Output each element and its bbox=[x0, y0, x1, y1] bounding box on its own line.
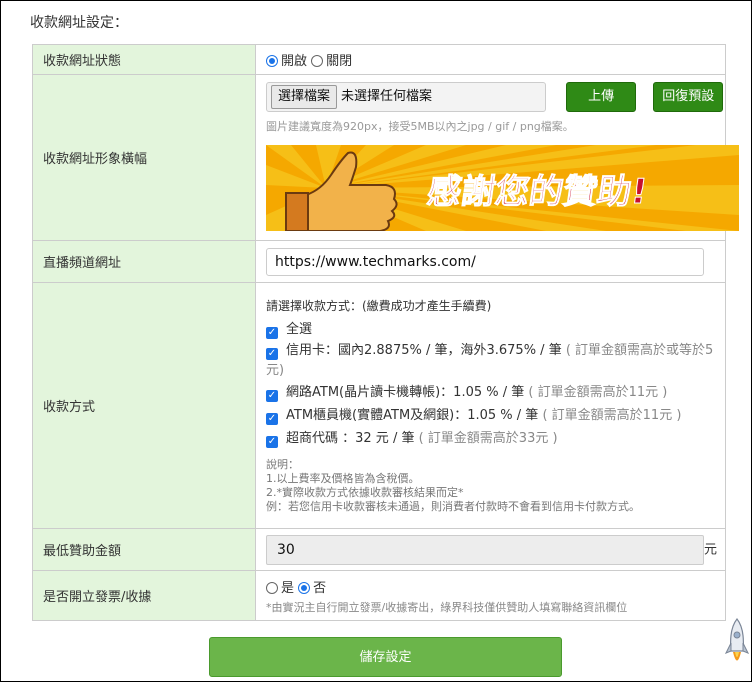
payment-notes: 說明： 1.以上費率及價格皆為含稅價。 2.*實際收款方式依據收款審核結果而定*… bbox=[266, 458, 640, 513]
channel-url-input[interactable]: https://www.techmarks.com/ bbox=[266, 247, 704, 276]
row-status: 收款網址狀態 開啟 關閉 bbox=[32, 44, 726, 75]
row-channel-url: 直播頻道網址 https://www.techmarks.com/ bbox=[32, 240, 726, 283]
row-label: 收款方式 bbox=[32, 282, 256, 529]
payment-method-credit-card[interactable]: ✓ 信用卡：國內2.8875% / 筆，海外3.675% / 筆 ( 訂單金額需高… bbox=[266, 341, 725, 381]
radio-unchecked-icon[interactable] bbox=[311, 55, 324, 67]
min-amount-input[interactable]: 30 bbox=[266, 534, 704, 565]
invoice-cell: 是 否 *由實況主自行開立發票/收據寄出，綠界科技僅供贊助人填寫聯絡資訊欄位 bbox=[255, 570, 726, 621]
banner-art: 感謝您的贊助! bbox=[266, 145, 739, 231]
checkbox-icon[interactable]: ✓ bbox=[266, 436, 278, 448]
rocket-icon[interactable] bbox=[725, 617, 749, 669]
checkbox-icon[interactable]: ✓ bbox=[266, 327, 278, 339]
radio-unchecked-icon[interactable] bbox=[266, 581, 278, 594]
row-label: 收款網址狀態 bbox=[32, 44, 256, 75]
payment-prompt: 請選擇收款方式：(繳費成功才產生手續費) bbox=[266, 299, 492, 313]
reset-default-button[interactable]: 回復預設 bbox=[653, 82, 724, 112]
row-label: 是否開立發票/收據 bbox=[32, 570, 256, 621]
row-payment: 收款方式 請選擇收款方式：(繳費成功才產生手續費) ✓ 全選 ✓ 信用卡：國內2.8… bbox=[32, 282, 726, 529]
amount-unit: 元 bbox=[704, 542, 718, 557]
choose-file-button[interactable]: 選擇檔案 bbox=[271, 85, 338, 109]
banner-controls: 選擇檔案 未選擇任何檔案 上傳 回復預設 圖片建議寬度為920px，接受5MB以內… bbox=[255, 74, 739, 241]
banner-text: 感謝您的贊助! bbox=[425, 172, 650, 212]
row-label: 收款網址形象橫幅 bbox=[32, 74, 256, 241]
invoice-option-no[interactable]: 否 bbox=[298, 581, 326, 596]
status-option-off[interactable]: 關閉 bbox=[311, 54, 352, 69]
upload-button[interactable]: 上傳 bbox=[566, 82, 637, 112]
banner-hint: 圖片建議寬度為920px，接受5MB以內之jpg / gif / png檔案。 bbox=[266, 120, 574, 133]
select-all-option[interactable]: ✓ 全選 bbox=[266, 318, 725, 341]
payment-method-cvs[interactable]: ✓ 超商代碼 ：32 元 / 筆 ( 訂單金額需高於33元 ) bbox=[266, 427, 725, 450]
settings-table: 收款網址狀態 開啟 關閉 收款網址形象橫幅 選擇檔案 未選擇任何檔案 上傳 回復預… bbox=[32, 44, 739, 621]
invoice-option-yes[interactable]: 是 bbox=[266, 581, 294, 596]
file-input[interactable]: 選擇檔案 未選擇任何檔案 bbox=[266, 82, 546, 112]
min-amount-cell: 30 元 bbox=[255, 528, 726, 571]
banner-image: 感謝您的贊助! bbox=[266, 145, 739, 231]
no-file-text: 未選擇任何檔案 bbox=[341, 89, 433, 104]
radio-checked-icon[interactable] bbox=[266, 55, 278, 67]
row-label: 直播頻道網址 bbox=[32, 240, 256, 283]
section-title: 收款網址設定： bbox=[30, 15, 128, 31]
row-min-amount: 最低贊助金額 30 元 bbox=[32, 528, 726, 571]
channel-url-cell: https://www.techmarks.com/ bbox=[255, 240, 726, 283]
row-invoice: 是否開立發票/收據 是 否 *由實況主自行開立發票/收據寄出，綠界科技僅供贊助人… bbox=[32, 570, 726, 621]
settings-panel: 收款網址設定： 收款網址狀態 開啟 關閉 收款網址形象橫幅 選擇檔案 未選擇任何檔… bbox=[0, 0, 752, 682]
status-options: 開啟 關閉 bbox=[255, 44, 726, 75]
payment-method-web-atm[interactable]: ✓ 網路ATM(晶片讀卡機轉帳)：1.05 % / 筆 ( 訂單金額需高於11元 … bbox=[266, 381, 725, 404]
save-settings-button[interactable]: 儲存設定 bbox=[209, 637, 562, 677]
invoice-note: *由實況主自行開立發票/收據寄出，綠界科技僅供贊助人填寫聯絡資訊欄位 bbox=[266, 600, 628, 614]
checkbox-icon[interactable]: ✓ bbox=[266, 348, 278, 360]
status-option-on[interactable]: 開啟 bbox=[266, 54, 307, 69]
row-banner: 收款網址形象橫幅 選擇檔案 未選擇任何檔案 上傳 回復預設 圖片建議寬度為920p… bbox=[32, 74, 739, 241]
checkbox-icon[interactable]: ✓ bbox=[266, 413, 278, 425]
row-label: 最低贊助金額 bbox=[32, 528, 256, 571]
payment-method-atm[interactable]: ✓ ATM櫃員機(實體ATM及網銀)：1.05 % / 筆 ( 訂單金額需高於11… bbox=[266, 404, 725, 427]
radio-checked-icon[interactable] bbox=[298, 581, 311, 594]
checkbox-icon[interactable]: ✓ bbox=[266, 390, 278, 402]
payment-cell: 請選擇收款方式：(繳費成功才產生手續費) ✓ 全選 ✓ 信用卡：國內2.8875% … bbox=[255, 282, 726, 529]
